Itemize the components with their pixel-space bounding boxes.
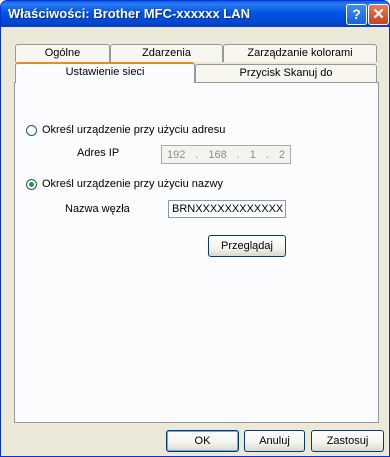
ip-octet-4: 2 <box>278 148 285 161</box>
tab-events[interactable]: Zdarzenia <box>110 44 223 62</box>
tab-network-settings[interactable]: Ustawienie sieci <box>15 62 195 83</box>
radio-address-label: Określ urządzenie przy użyciu adresu <box>42 124 226 136</box>
properties-window: Właściwości: Brother MFC-xxxxxx LAN ? ✕ … <box>0 0 390 457</box>
ok-button[interactable]: OK <box>166 430 239 452</box>
ip-octet-3: 1 <box>249 148 256 161</box>
ip-octet-1: 192 <box>166 148 186 161</box>
close-button[interactable]: ✕ <box>368 4 389 25</box>
close-icon: ✕ <box>372 6 385 23</box>
window-title: Właściwości: Brother MFC-xxxxxx LAN <box>8 6 251 21</box>
browse-button[interactable]: Przeglądaj <box>208 235 286 257</box>
radio-specify-by-address[interactable]: Określ urządzenie przy użyciu adresu <box>26 124 225 136</box>
ip-separator: . <box>265 148 269 161</box>
cancel-button[interactable]: Anuluj <box>244 430 305 452</box>
tab-scan-to-button[interactable]: Przycisk Skanuj do <box>195 64 377 82</box>
ip-address-field[interactable]: 192 . 168 . 1 . 2 <box>161 145 291 164</box>
title-bar[interactable]: Właściwości: Brother MFC-xxxxxx LAN ? ✕ <box>1 1 389 27</box>
ip-separator: . <box>195 148 199 161</box>
node-name-label: Nazwa węzła <box>65 203 130 215</box>
radio-specify-by-name[interactable]: Określ urządzenie przy użyciu nazwy <box>26 178 223 190</box>
tab-color-management[interactable]: Zarządzanie kolorami <box>223 44 377 62</box>
node-name-input[interactable]: BRNXXXXXXXXXXXX <box>168 200 286 218</box>
ip-address-label: Adres IP <box>77 147 120 159</box>
help-button[interactable]: ? <box>346 4 367 25</box>
radio-address-indicator[interactable] <box>26 124 37 136</box>
ip-separator: . <box>236 148 240 161</box>
apply-button[interactable]: Zastosuj <box>311 430 384 452</box>
radio-name-label: Określ urządzenie przy użyciu nazwy <box>42 178 223 190</box>
radio-name-indicator[interactable] <box>26 178 37 190</box>
tab-general[interactable]: Ogólne <box>15 44 110 62</box>
help-icon: ? <box>352 6 361 22</box>
ip-octet-2: 168 <box>208 148 227 161</box>
